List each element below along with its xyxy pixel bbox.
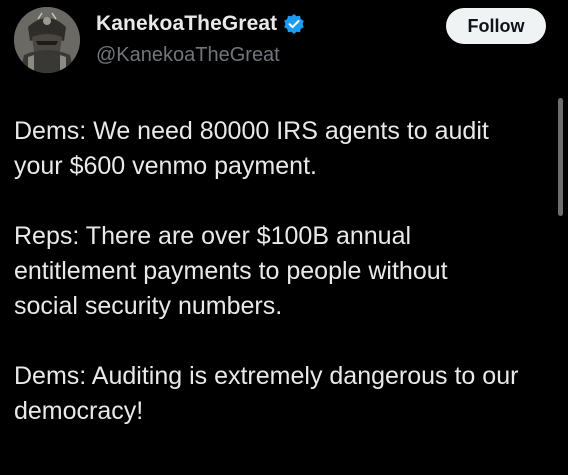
tweet-line: your $600 venmo payment. (14, 152, 317, 180)
tweet-line: democracy! (14, 397, 144, 425)
tweet-line: entitlement payments to people without (14, 257, 448, 285)
tweet-line: Dems: Auditing is extremely dangerous to… (14, 362, 519, 390)
verified-badge-icon (283, 13, 305, 35)
author-name-row: KanekoaTheGreat (96, 12, 305, 36)
author-handle[interactable]: @KanekoaTheGreat (96, 44, 280, 67)
tweet-line: Dems: We need 80000 IRS agents to audit (14, 117, 489, 145)
tweet-line: Reps: There are over $100B annual (14, 222, 412, 250)
author-display-name[interactable]: KanekoaTheGreat (96, 12, 277, 36)
tweet-line: social security numbers. (14, 292, 283, 320)
tweet-paragraph: Dems: We need 80000 IRS agents to audit … (14, 114, 554, 184)
tweet-text: Dems: We need 80000 IRS agents to audit … (14, 114, 554, 464)
scrollbar-thumb[interactable] (558, 98, 563, 216)
author-avatar[interactable] (14, 7, 80, 73)
tweet-paragraph: Reps: There are over $100B annual entitl… (14, 219, 554, 324)
tweet-card: KanekoaTheGreat @KanekoaTheGreat Follow … (0, 0, 568, 475)
follow-button[interactable]: Follow (446, 8, 546, 44)
armored-warrior-avatar-icon (14, 7, 80, 73)
tweet-paragraph: Dems: Auditing is extremely dangerous to… (14, 359, 554, 429)
